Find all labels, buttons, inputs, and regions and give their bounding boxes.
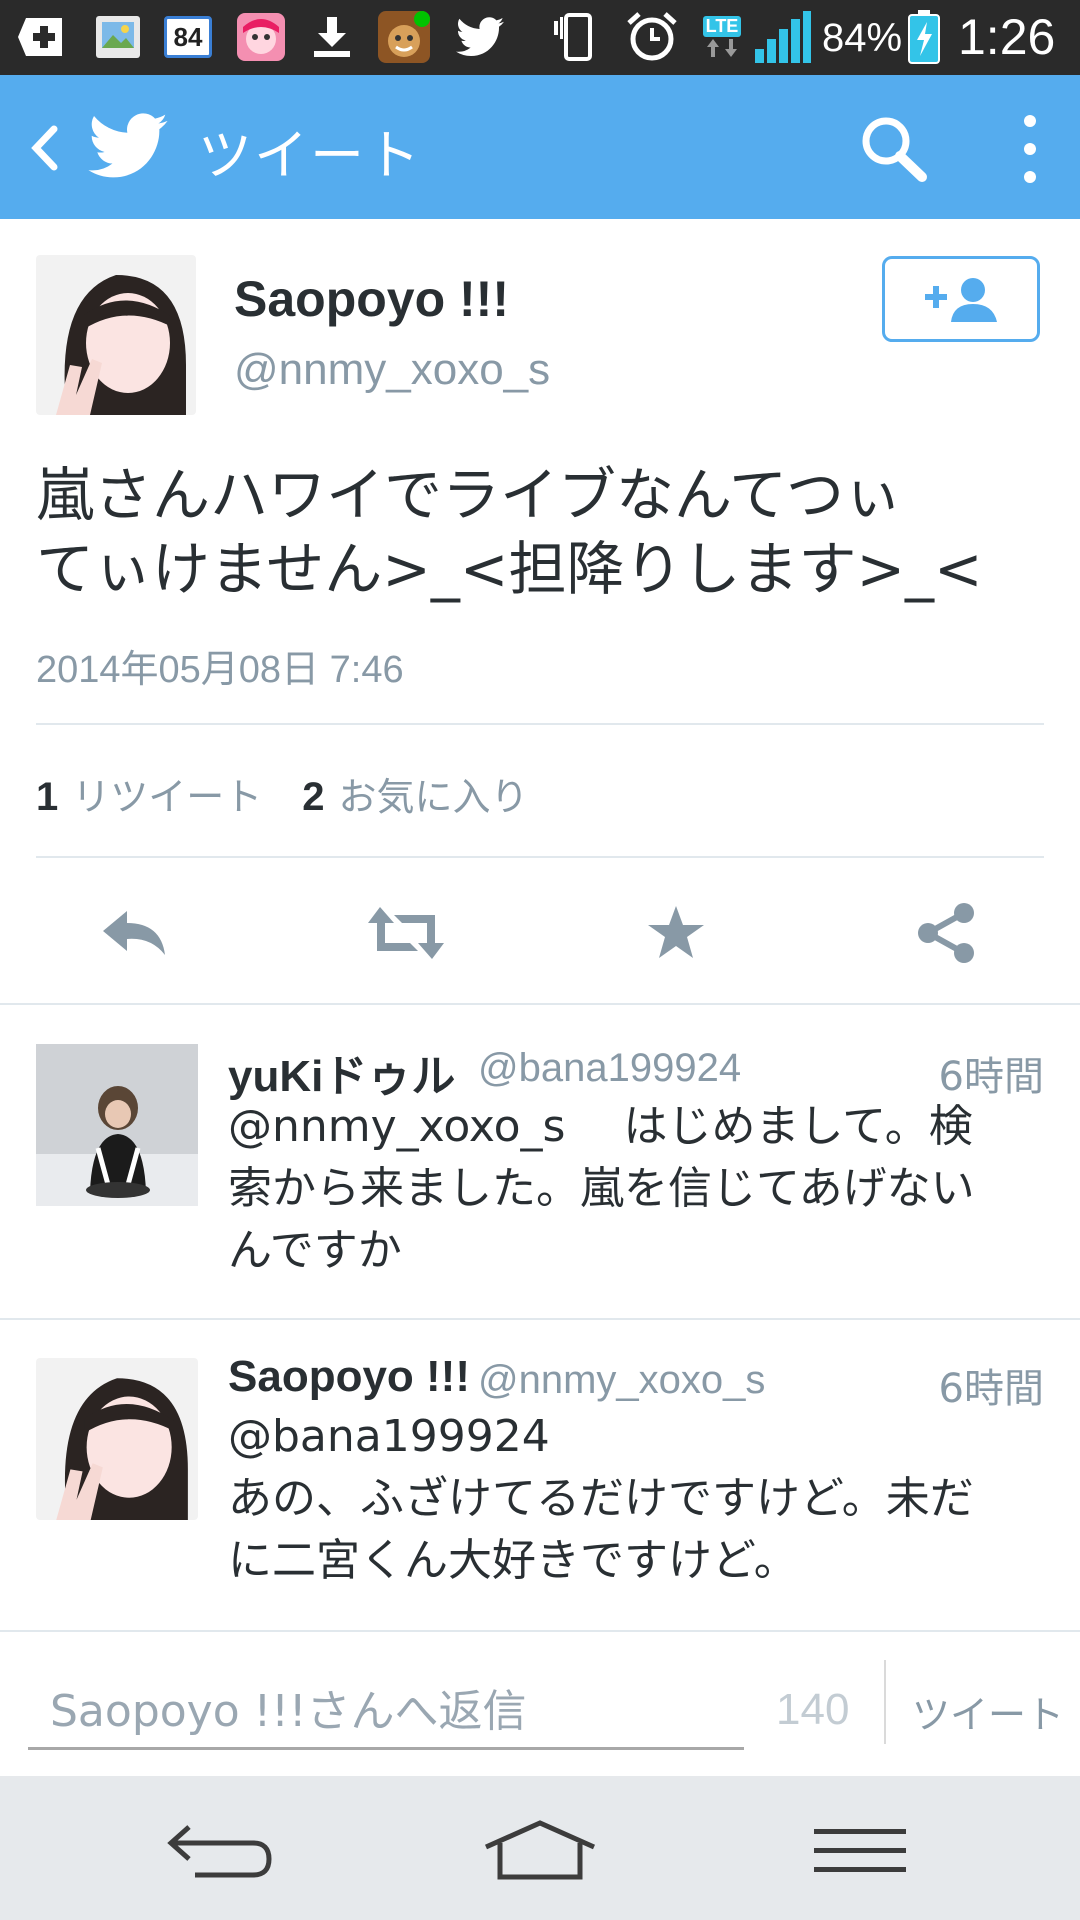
search-icon[interactable] <box>856 113 932 185</box>
compose-separator <box>884 1660 886 1744</box>
reply-author-name[interactable]: yuKiドゥル <box>228 1040 455 1104</box>
reply-author-handle[interactable]: @bana199924 <box>478 1046 741 1091</box>
gallery-icon <box>92 12 144 62</box>
tweet-button[interactable]: ツイート <box>912 1684 1064 1739</box>
divider <box>0 1318 1080 1320</box>
author-handle[interactable]: @nnmy_xoxo_s <box>234 345 550 395</box>
divider <box>0 1630 1080 1632</box>
reply-text-line: あの、ふざけてるだけですけど。未だ <box>228 1473 974 1524</box>
reply-author-name[interactable]: Saopoyo !!! <box>228 1352 470 1402</box>
favorite-count[interactable]: 2 <box>302 775 324 820</box>
tweet-text-line: てぃけません>_<担降りします>_< <box>36 535 983 603</box>
divider <box>36 723 1044 725</box>
nav-back-icon[interactable] <box>150 1806 290 1896</box>
share-icon[interactable] <box>896 893 996 973</box>
clock: 1:26 <box>958 9 1056 65</box>
author-name[interactable]: Saopoyo !!! <box>234 270 509 328</box>
reply-text: @nnmy_xoxo_s はじめまして。検 索から来ました。嵐を信じてあげない … <box>228 1096 1048 1282</box>
reply-input[interactable] <box>28 1680 744 1750</box>
alarm-icon <box>622 12 682 62</box>
tweet-text-line: 嵐さんハワイでライブなんてつぃ <box>36 461 902 529</box>
tweet-timestamp: 2014年05月08日 7:46 <box>36 649 404 691</box>
battery-percentage: 84% <box>822 16 903 60</box>
retweet-label[interactable]: リツイート <box>72 766 262 821</box>
reply-text-line: に二宮くん大好きですけど。 <box>228 1535 798 1586</box>
signal-icon <box>752 11 812 63</box>
retweet-icon[interactable] <box>356 893 456 973</box>
reply-text-line: んですか <box>228 1225 402 1276</box>
tweet-text: 嵐さんハワイでライブなんてつぃ てぃけません>_<担降りします>_< <box>36 458 1036 606</box>
reply-timestamp: 6時間 <box>938 1054 1044 1100</box>
avatar[interactable] <box>36 1044 198 1206</box>
game-icon <box>234 12 288 62</box>
lte-icon: LTE <box>698 12 746 62</box>
twitter-bird-icon <box>452 12 508 62</box>
battery-charging-icon <box>904 10 944 64</box>
plus-icon <box>14 12 72 62</box>
add-user-icon <box>925 278 997 322</box>
reply-text: @bana199924 あの、ふざけてるだけですけど。未だ に二宮くん大好きです… <box>228 1406 1048 1592</box>
nav-home-icon[interactable] <box>470 1806 610 1896</box>
reply-author-handle[interactable]: @nnmy_xoxo_s <box>478 1358 765 1403</box>
reply-text-line: 索から来ました。嵐を信じてあげない <box>228 1163 975 1214</box>
character-count: 140 <box>776 1685 850 1734</box>
favorite-star-icon[interactable] <box>626 893 726 973</box>
divider <box>36 856 1044 858</box>
divider <box>0 1003 1080 1005</box>
back-chevron-icon[interactable] <box>14 115 74 181</box>
tweet-stats: 1 リツイート 2 お気に入り <box>36 766 569 821</box>
status-bar: 84 LTE 84% 1:26 <box>0 0 1080 75</box>
calendar-badge-icon: 84 <box>160 12 216 62</box>
reply-icon[interactable] <box>84 893 184 973</box>
overflow-menu-icon[interactable] <box>1010 111 1050 187</box>
reply-text-line: @bana199924 <box>228 1411 550 1462</box>
avatar[interactable] <box>36 1358 198 1520</box>
twitter-bird-icon[interactable] <box>88 113 168 179</box>
nav-menu-icon[interactable] <box>790 1806 930 1896</box>
follow-button[interactable] <box>882 256 1040 342</box>
favorite-label[interactable]: お気に入り <box>339 766 529 821</box>
retweet-count[interactable]: 1 <box>36 775 58 820</box>
cookie-game-icon <box>376 11 432 63</box>
avatar[interactable] <box>36 255 196 415</box>
page-title: ツイート <box>198 124 422 187</box>
vibrate-icon <box>550 12 606 62</box>
navigation-bar <box>0 1776 1080 1920</box>
reply-text-line: @nnmy_xoxo_s はじめまして。検 <box>228 1101 973 1152</box>
action-bar: ツイート <box>0 75 1080 219</box>
download-icon <box>306 12 358 62</box>
